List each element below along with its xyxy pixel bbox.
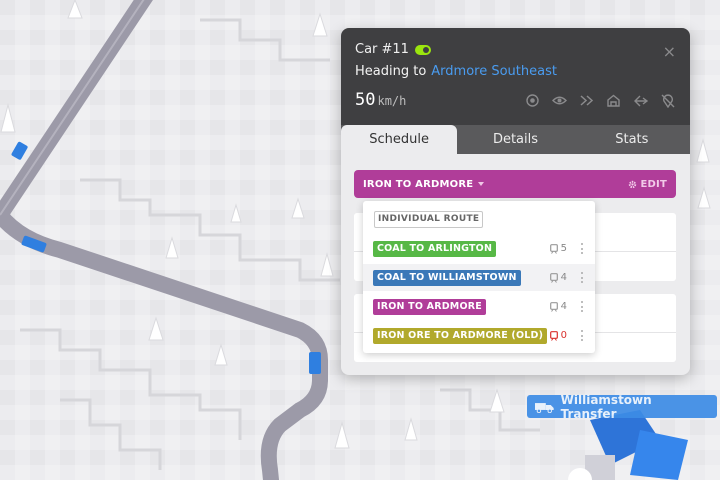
route-dropdown: INDIVIDUAL ROUTE COAL TO ARLINGTON 5 COA… bbox=[363, 201, 595, 353]
vehicle-count-value: 5 bbox=[560, 243, 567, 254]
car-title: Car #11 bbox=[355, 42, 409, 57]
depot-icon[interactable] bbox=[605, 92, 622, 109]
destination-link[interactable]: Ardmore Southeast bbox=[431, 64, 557, 79]
vehicle-count-value: 4 bbox=[560, 301, 567, 312]
tab-schedule[interactable]: Schedule bbox=[341, 125, 458, 154]
edit-label: EDIT bbox=[640, 178, 667, 190]
train-icon bbox=[549, 272, 558, 283]
more-options-icon[interactable] bbox=[580, 330, 583, 341]
station-name: Williamstown Transfer bbox=[560, 392, 652, 421]
train-icon bbox=[549, 330, 558, 341]
vehicle-count-value: 0 bbox=[560, 330, 567, 341]
more-options-icon[interactable] bbox=[580, 301, 583, 312]
route-chip: COAL TO ARLINGTON bbox=[373, 240, 497, 257]
panel-header: Car #11 × Heading to Ardmore Southeast 50… bbox=[341, 28, 690, 125]
route-option[interactable]: IRON ORE TO ARDMORE (OLD) 0 bbox=[363, 322, 595, 349]
car-title-row: Car #11 bbox=[355, 42, 431, 57]
speed-value: 50 bbox=[355, 90, 376, 110]
close-icon[interactable]: × bbox=[663, 42, 676, 61]
vehicle-count: 0 bbox=[549, 330, 567, 341]
train-icon bbox=[549, 301, 558, 312]
fast-forward-icon[interactable] bbox=[578, 92, 595, 109]
station-label[interactable]: Williamstown Transfer bbox=[527, 392, 717, 421]
vehicle-count-value: 4 bbox=[560, 272, 567, 283]
active-toggle[interactable] bbox=[414, 44, 431, 55]
more-options-icon[interactable] bbox=[580, 243, 583, 254]
speed-readout: 50 km/h bbox=[355, 90, 406, 110]
reverse-icon[interactable] bbox=[632, 92, 649, 109]
route-chip: IRON ORE TO ARDMORE (OLD) bbox=[373, 327, 548, 344]
eye-icon[interactable] bbox=[551, 92, 568, 109]
chevron-down-icon bbox=[478, 182, 485, 186]
tab-stats[interactable]: Stats bbox=[574, 125, 690, 154]
individual-route-option[interactable]: INDIVIDUAL ROUTE bbox=[374, 211, 484, 228]
gear-icon bbox=[628, 180, 636, 188]
panel-tabs: Schedule Details Stats bbox=[341, 125, 690, 154]
heading-line: Heading to Ardmore Southeast bbox=[355, 64, 557, 79]
tab-details[interactable]: Details bbox=[457, 125, 573, 154]
speed-unit: km/h bbox=[377, 94, 407, 108]
vehicle-count: 4 bbox=[549, 272, 567, 283]
train-icon bbox=[549, 243, 558, 254]
no-location-icon[interactable] bbox=[659, 92, 676, 109]
target-icon[interactable] bbox=[524, 92, 541, 109]
route-selector[interactable]: IRON TO ARDMORE EDIT bbox=[354, 170, 676, 198]
heading-prefix: Heading to bbox=[355, 64, 427, 79]
action-toolbar bbox=[524, 92, 676, 109]
vehicle-count: 5 bbox=[549, 243, 567, 254]
truck-icon bbox=[535, 402, 554, 413]
route-chip: COAL TO WILLIAMSTOWN bbox=[373, 269, 521, 286]
more-options-icon[interactable] bbox=[580, 272, 583, 283]
edit-route-button[interactable]: EDIT bbox=[628, 179, 667, 190]
current-route-label: IRON TO ARDMORE bbox=[363, 178, 474, 190]
route-option[interactable]: COAL TO ARLINGTON 5 bbox=[363, 235, 595, 262]
vehicle-count: 4 bbox=[549, 301, 567, 312]
route-option[interactable]: COAL TO WILLIAMSTOWN 4 bbox=[363, 264, 595, 291]
route-option[interactable]: IRON TO ARDMORE 4 bbox=[363, 293, 595, 320]
route-chip: IRON TO ARDMORE bbox=[373, 298, 486, 315]
